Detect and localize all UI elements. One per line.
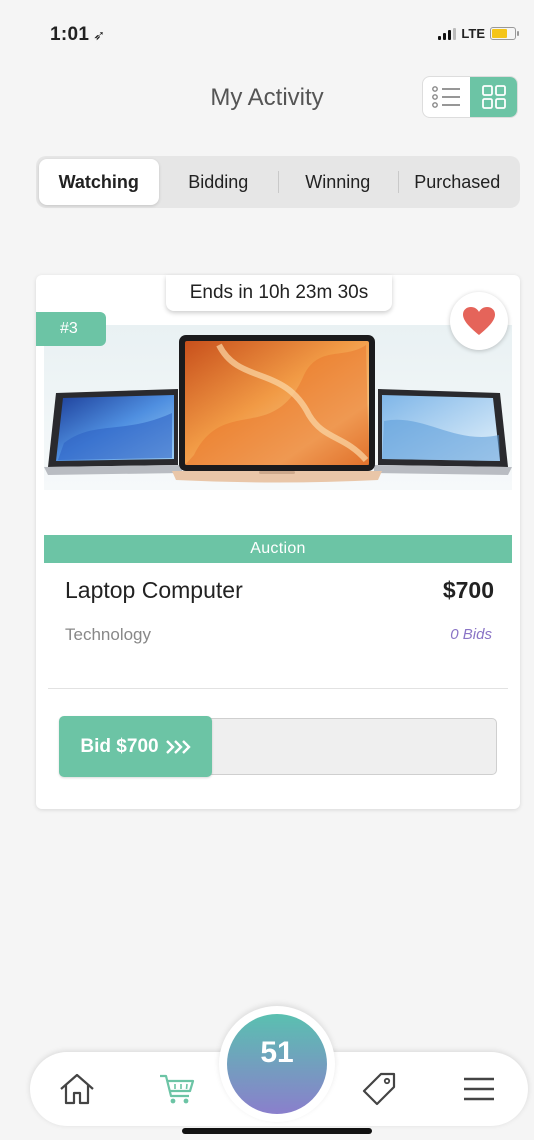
auction-timer: Ends in 10h 23m 30s [166, 275, 392, 311]
status-indicators: LTE [438, 26, 519, 41]
laptop-illustration [44, 335, 512, 483]
menu-icon [464, 1077, 494, 1101]
product-category: Technology [65, 625, 152, 644]
home-icon [60, 1073, 94, 1105]
tag-icon [362, 1072, 396, 1106]
grid-view-button[interactable] [470, 77, 517, 117]
heart-icon [463, 307, 495, 335]
product-name[interactable]: Laptop Computer [65, 577, 243, 604]
view-toggle [422, 76, 518, 118]
nav-tag-button[interactable] [358, 1068, 400, 1110]
rank-badge: #3 [36, 312, 106, 346]
tab-bidding[interactable]: Bidding [159, 159, 279, 205]
center-button-wrap: 51 [219, 1006, 335, 1122]
home-indicator [182, 1128, 372, 1134]
bid-slider-button[interactable]: Bid $700 [59, 716, 212, 777]
battery-icon [490, 27, 519, 40]
auction-type-label: Auction [44, 535, 512, 563]
center-count: 51 [260, 1036, 294, 1069]
tab-winning[interactable]: Winning [278, 159, 398, 205]
status-time: 1:01 ➶ [50, 24, 105, 46]
nav-cart-button[interactable] [156, 1068, 198, 1110]
grid-view-icon [481, 85, 506, 109]
product-card[interactable]: Ends in 10h 23m 30s #3 Auction Laptop Co… [36, 275, 520, 809]
network-type: LTE [461, 26, 485, 41]
activity-tabs: Watching Bidding Winning Purchased [36, 156, 520, 208]
nav-menu-button[interactable] [458, 1068, 500, 1110]
cart-icon [160, 1074, 195, 1104]
favorite-button[interactable] [450, 292, 508, 350]
triple-chevron-right-icon [165, 739, 191, 754]
tab-watching[interactable]: Watching [39, 159, 159, 205]
location-arrow-icon: ➶ [93, 27, 106, 43]
cellular-signal-icon [438, 27, 457, 40]
screen: 1:01 ➶ LTE My Activity Watching Bidding … [0, 0, 534, 1140]
center-count-button[interactable]: 51 [227, 1014, 327, 1114]
bid-count: 0 Bids [450, 626, 492, 643]
tab-purchased[interactable]: Purchased [397, 159, 518, 205]
card-divider [48, 688, 508, 689]
list-view-button[interactable] [423, 77, 470, 117]
nav-home-button[interactable] [56, 1068, 98, 1110]
status-time-text: 1:01 [50, 24, 90, 45]
product-price: $700 [442, 577, 494, 603]
status-bar: 1:01 ➶ LTE [0, 0, 534, 70]
list-view-icon [431, 86, 460, 108]
bid-button-label: Bid $700 [80, 735, 159, 757]
product-image[interactable] [44, 325, 512, 490]
